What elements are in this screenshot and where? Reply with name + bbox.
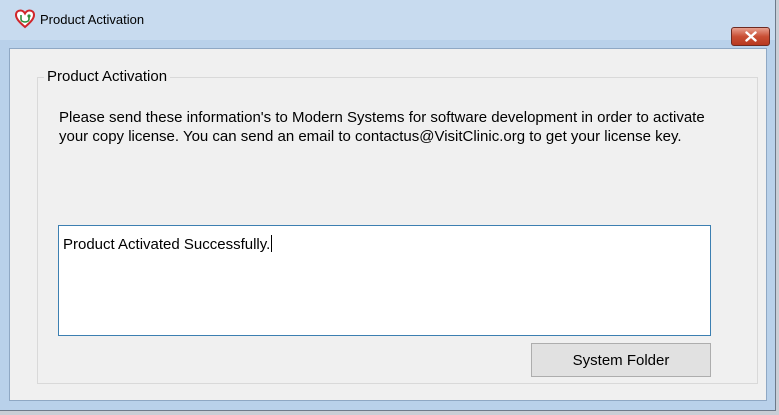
activation-instructions: Please send these information's to Moder… (59, 109, 705, 145)
activation-status-field[interactable]: Product Activated Successfully. (58, 225, 711, 336)
groupbox-title: Product Activation (44, 68, 171, 85)
close-button[interactable] (731, 27, 770, 46)
close-icon (745, 31, 757, 42)
title-bar[interactable]: Product Activation (0, 0, 775, 40)
activation-status-text: Product Activated Successfully. (63, 235, 273, 253)
window-title: Product Activation (40, 12, 145, 27)
text-caret (271, 235, 273, 252)
heart-stethoscope-icon (14, 8, 36, 30)
product-activation-window: Product Activation Product Activation Pl… (0, 0, 776, 411)
system-folder-button[interactable]: System Folder (531, 343, 711, 377)
